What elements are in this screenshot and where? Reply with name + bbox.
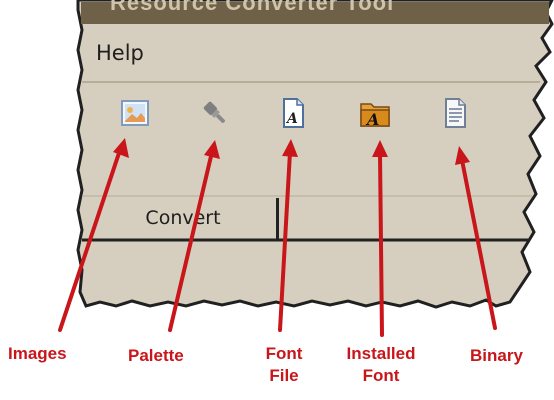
installed-font-button[interactable]: A xyxy=(358,96,392,130)
images-button[interactable] xyxy=(118,96,152,130)
binary-button[interactable] xyxy=(438,96,472,130)
font-file-caption: Font File xyxy=(265,344,303,385)
tab-separator xyxy=(276,198,279,240)
font-file-icon: A xyxy=(283,98,304,128)
images-icon xyxy=(121,100,149,126)
palette-button[interactable] xyxy=(198,96,232,130)
svg-text:A: A xyxy=(285,111,298,127)
menu-help[interactable]: Help xyxy=(96,41,144,65)
images-caption: Images xyxy=(8,344,67,363)
app-window-crop: Resource Converter Tool Help A A Convert… xyxy=(0,0,554,400)
binary-caption: Binary xyxy=(470,346,523,365)
installed-font-caption: Installed Font xyxy=(346,344,416,385)
binary-icon xyxy=(445,98,466,128)
svg-text:A: A xyxy=(365,110,379,128)
installed-font-icon: A xyxy=(360,103,390,128)
convert-tab[interactable]: Convert xyxy=(90,198,276,238)
font-file-button[interactable]: A xyxy=(276,96,310,130)
palette-caption: Palette xyxy=(128,346,184,365)
window-title: Resource Converter Tool xyxy=(110,0,395,15)
palette-icon xyxy=(203,101,225,123)
